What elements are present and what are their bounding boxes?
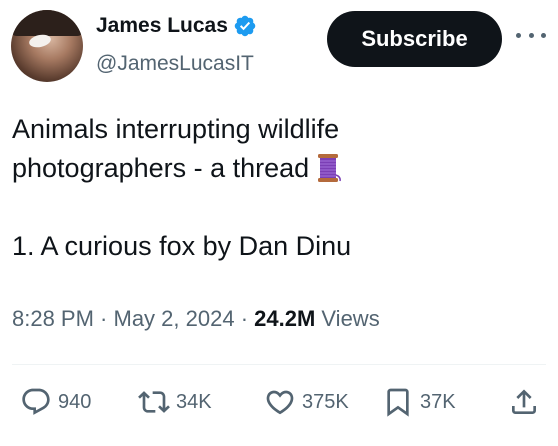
tweet-line-3: 1. A curious fox by Dan Dinu <box>12 231 352 261</box>
like-button[interactable]: 375K <box>264 386 349 418</box>
share-button[interactable] <box>508 386 540 418</box>
tweet-line-2-text: photographers - a thread <box>12 153 310 183</box>
share-icon <box>512 389 536 414</box>
tweet-line-1: Animals interrupting wildlife <box>12 114 340 144</box>
heart-icon <box>266 390 294 415</box>
views-count: 24.2M <box>254 306 316 331</box>
verified-badge-icon <box>234 15 256 37</box>
tweet-body: Animals interrupting wildlife photograph… <box>12 110 542 266</box>
bookmark-button[interactable]: 37K <box>382 386 456 418</box>
repost-icon <box>138 391 170 413</box>
author-handle[interactable]: @JamesLucasIT <box>96 50 254 78</box>
tweet-time[interactable]: 8:28 PM <box>12 306 94 331</box>
reply-button[interactable]: 940 <box>20 386 91 418</box>
repost-count: 34K <box>176 390 212 413</box>
reply-count: 940 <box>58 390 92 413</box>
more-options-icon[interactable] <box>516 30 546 40</box>
tweet-line-2: photographers - a thread <box>12 149 542 188</box>
tweet-date[interactable]: May 2, 2024 <box>114 306 235 331</box>
repost-button[interactable]: 34K <box>138 386 212 418</box>
avatar[interactable] <box>11 10 83 82</box>
views-label: Views <box>315 306 380 331</box>
author-name[interactable]: James Lucas <box>96 12 228 40</box>
tweet-meta: 8:28 PM · May 2, 2024 · 24.2M Views <box>12 303 380 335</box>
author-row: James Lucas <box>96 12 257 40</box>
meta-separator: · <box>234 306 255 331</box>
thread-spool-icon <box>318 154 342 182</box>
like-count: 375K <box>302 390 349 413</box>
meta-separator: · <box>93 306 114 331</box>
bookmark-count: 37K <box>420 390 456 413</box>
divider <box>12 364 546 365</box>
action-bar: 940 34K 375K 37K <box>20 386 544 426</box>
subscribe-button[interactable]: Subscribe <box>327 11 502 67</box>
bookmark-icon <box>387 388 409 417</box>
reply-icon <box>22 388 50 415</box>
